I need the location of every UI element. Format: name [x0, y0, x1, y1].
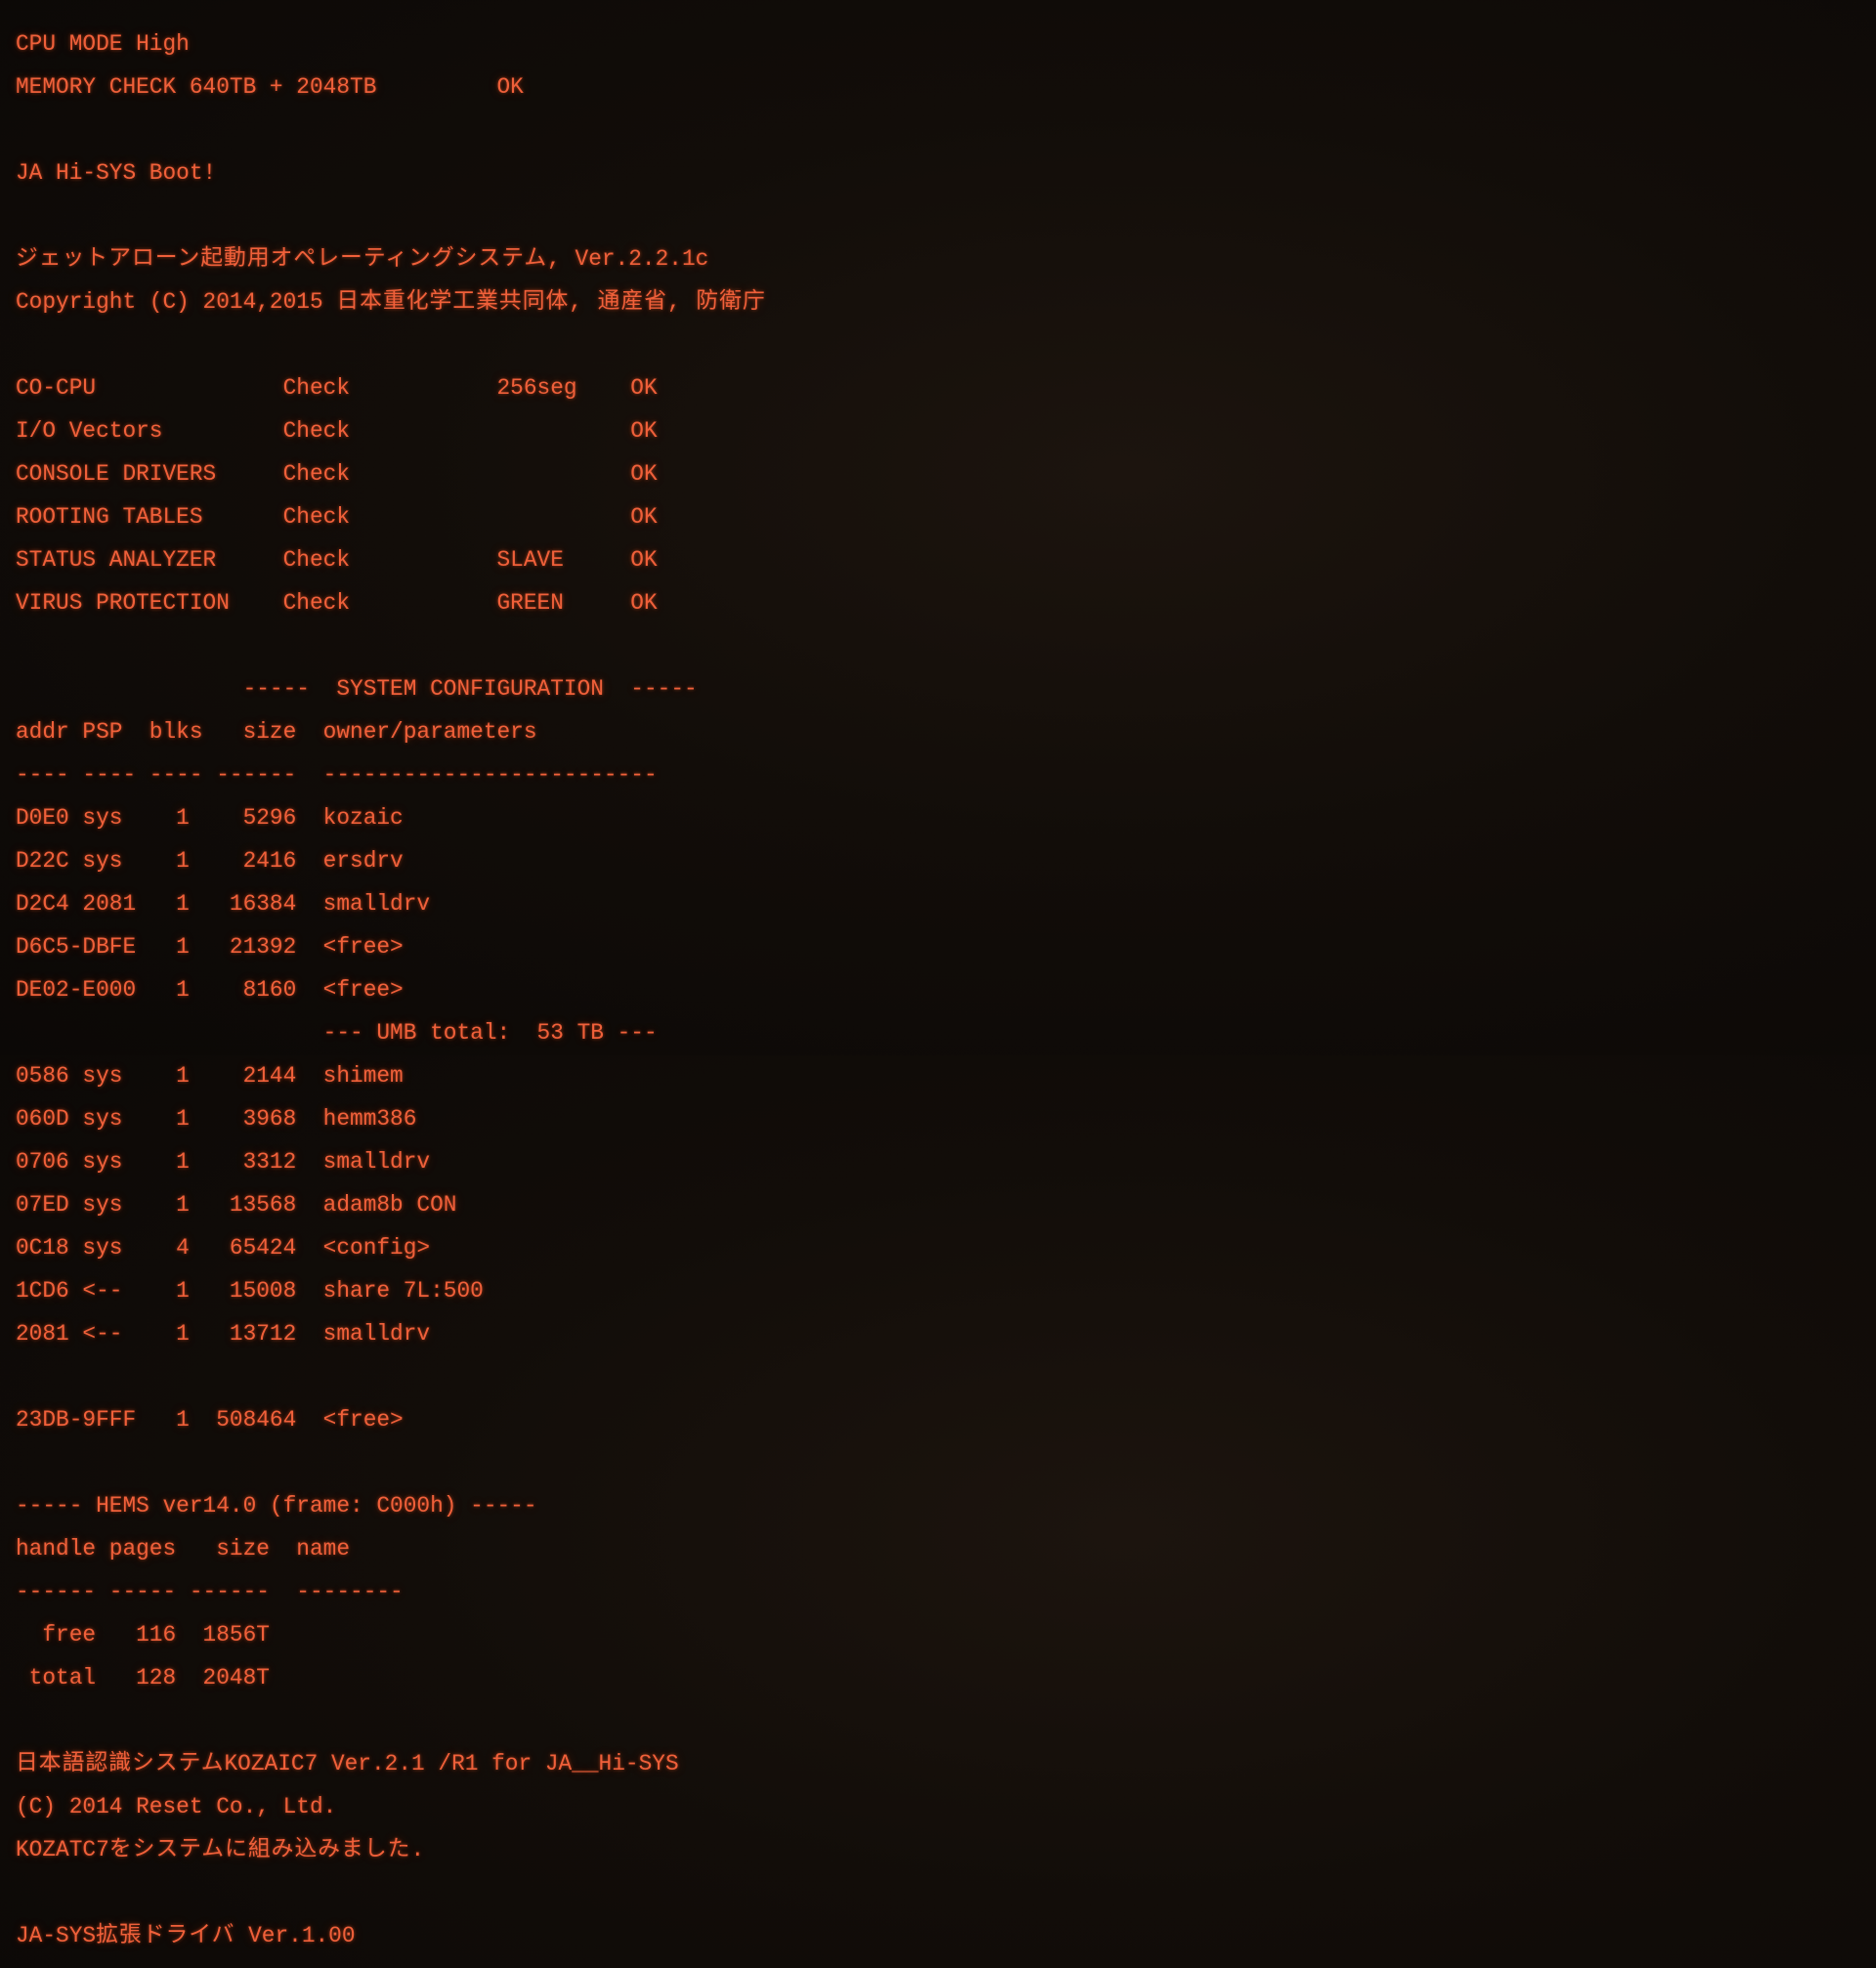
check-line-rooting-tables: ROOTING TABLES Check OK	[16, 504, 658, 530]
kozaic-title-rest: KOZAIC7 Ver.2.1 /R1 for JA__Hi-SYS	[224, 1751, 679, 1776]
sysconfig-row: 0706 sys 1 3312 smalldrv	[16, 1149, 431, 1175]
os-version: Ver.2.2.1c	[561, 246, 709, 272]
hems-columns: handle pages size name	[16, 1536, 351, 1562]
driver-prefix: JA-SYS	[16, 1923, 97, 1948]
sysconfig-row: 0C18 sys 4 65424 <config>	[16, 1235, 431, 1261]
kozaic-installed-prefix: KOZATC7	[16, 1837, 109, 1862]
sysconfig-row: 060D sys 1 3968 hemm386	[16, 1106, 417, 1132]
boot-message-line: JA Hi-SYS Boot!	[16, 160, 217, 186]
sysconfig-row: DE02-E000 1 8160 <free>	[16, 977, 404, 1003]
sysconfig-row: D0E0 sys 1 5296 kozaic	[16, 805, 404, 831]
driver-name-jp: 拡張ドライバ	[96, 1923, 235, 1948]
boot-log: CPU MODE High MEMORY CHECK 640TB + 2048T…	[16, 12, 766, 1968]
kozaic-installed-jp: をシステムに組み込みました.	[108, 1837, 426, 1862]
sysconfig-row: D22C sys 1 2416 ersdrv	[16, 848, 404, 874]
umb-total-line: --- UMB total: 53 TB ---	[16, 1020, 658, 1046]
sysconfig-header: ----- SYSTEM CONFIGURATION -----	[16, 676, 698, 702]
kozaic-installed-line: KOZATC7をシステムに組み込みました.	[16, 1839, 766, 1861]
hems-header: ----- HEMS ver14.0 (frame: C000h) -----	[16, 1493, 537, 1519]
hems-row: total 128 2048T	[16, 1665, 270, 1690]
kozaic-title-line: 日本語認識システムKOZAIC7 Ver.2.1 /R1 for JA__Hi-…	[16, 1753, 766, 1775]
sysconfig-row: 0586 sys 1 2144 shimem	[16, 1063, 404, 1089]
kozaic-copyright-line: (C) 2014 Reset Co., Ltd.	[16, 1794, 337, 1819]
check-line-co-cpu: CO-CPU Check 256seg OK	[16, 375, 658, 401]
os-title-line: ジェットアローン起動用オペレーティングシステム, Ver.2.2.1c	[16, 246, 766, 272]
hems-row: free 116 1856T	[16, 1622, 270, 1647]
check-line-io-vectors: I/O Vectors Check OK	[16, 418, 658, 444]
copyright-line: Copyright (C) 2014,2015 日本重化学工業共同体, 通産省,…	[16, 289, 766, 315]
driver-version: Ver.1.00	[234, 1923, 356, 1948]
check-line-status-analyzer: STATUS ANALYZER Check SLAVE OK	[16, 547, 658, 573]
memory-check-line: MEMORY CHECK 640TB + 2048TB OK	[16, 74, 524, 100]
hems-separator: ------ ----- ------ --------	[16, 1579, 404, 1604]
sysconfig-row: D6C5-DBFE 1 21392 <free>	[16, 934, 404, 960]
os-title-jp: ジェットアローン起動用オペレーティングシステム,	[16, 246, 562, 272]
boot-console-screen: CPU MODE High MEMORY CHECK 640TB + 2048T…	[0, 0, 1876, 1947]
sysconfig-row: D2C4 2081 1 16384 smalldrv	[16, 891, 431, 917]
sysconfig-free-row: 23DB-9FFF 1 508464 <free>	[16, 1407, 404, 1433]
sysconfig-row: 1CD6 <-- 1 15008 share 7L:500	[16, 1278, 484, 1304]
driver-line: JA-SYS拡張ドライバ Ver.1.00	[16, 1925, 766, 1947]
copyright-owners-jp: 日本重化学工業共同体, 通産省, 防衛庁	[336, 289, 766, 315]
check-line-console-drivers: CONSOLE DRIVERS Check OK	[16, 461, 658, 487]
sysconfig-row: 2081 <-- 1 13712 smalldrv	[16, 1321, 431, 1347]
cpu-mode-line: CPU MODE High	[16, 31, 190, 57]
sysconfig-separator: ---- ---- ---- ------ ------------------…	[16, 762, 658, 788]
sysconfig-row: 07ED sys 1 13568 adam8b CON	[16, 1192, 457, 1218]
check-line-virus-protection: VIRUS PROTECTION Check GREEN OK	[16, 590, 658, 616]
kozaic-title-jp: 日本語認識システム	[16, 1751, 225, 1776]
sysconfig-columns: addr PSP blks size owner/parameters	[16, 719, 537, 745]
copyright-prefix: Copyright (C) 2014,2015	[16, 289, 337, 315]
